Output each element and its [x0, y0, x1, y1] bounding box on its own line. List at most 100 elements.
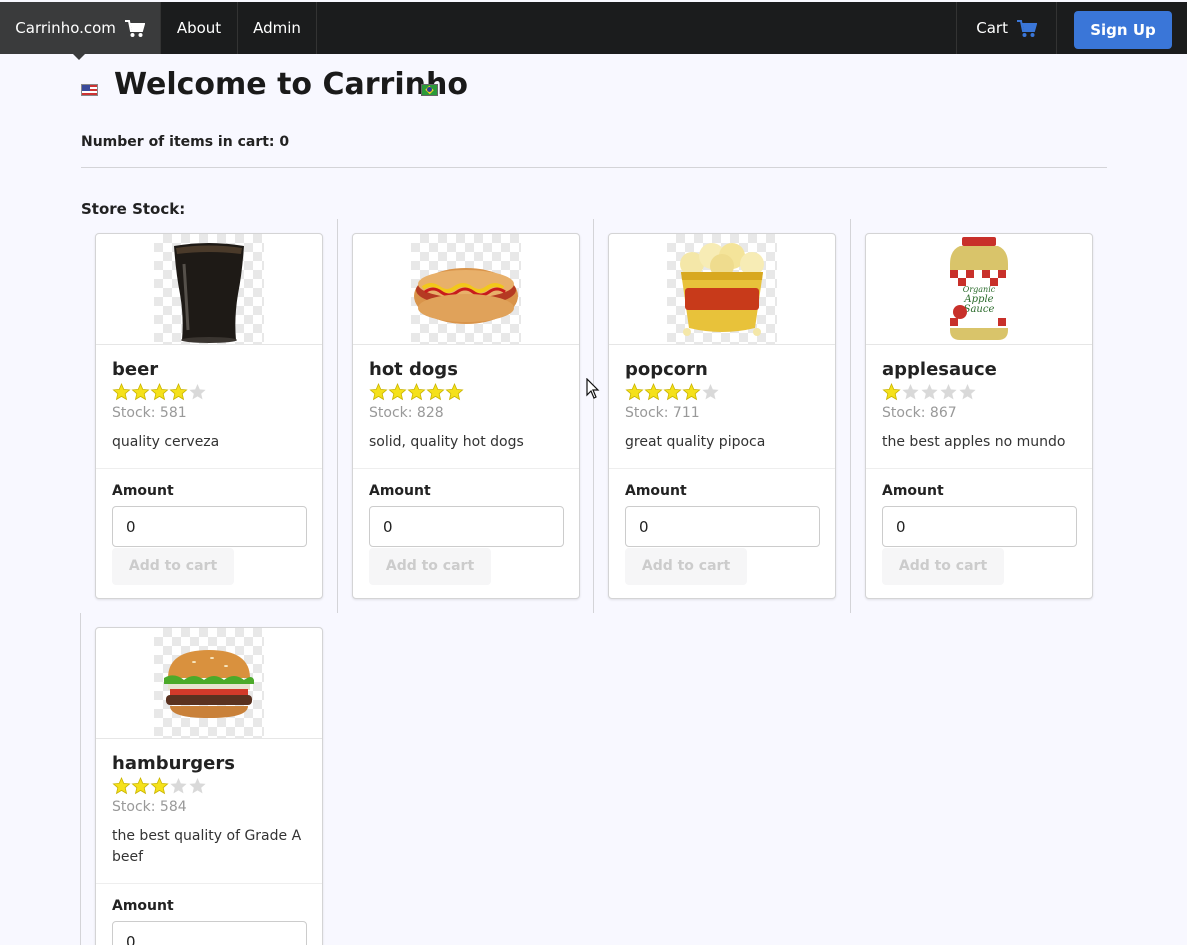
jar-label-organic: Organic — [963, 285, 996, 294]
product-stock: Stock: 828 — [369, 405, 444, 421]
amount-input[interactable] — [625, 506, 820, 547]
star-filled-icon[interactable] — [445, 383, 464, 401]
nav-brand-link[interactable]: Carrinho.com — [0, 2, 161, 60]
amount-label: Amount — [112, 898, 174, 914]
grid-divider — [593, 219, 594, 613]
amount-input[interactable] — [369, 506, 564, 547]
hot-dog-icon — [414, 268, 518, 324]
star-filled-icon[interactable] — [426, 383, 445, 401]
brazil-flag-icon[interactable] — [421, 84, 438, 96]
star-filled-icon[interactable] — [882, 383, 901, 401]
product-name: hamburgers — [112, 753, 235, 774]
card-divider — [96, 883, 322, 884]
product-image: Organic Apple Sauce — [866, 234, 1092, 345]
star-rating — [112, 383, 207, 401]
product-stock: Stock: 867 — [882, 405, 957, 421]
star-filled-icon[interactable] — [369, 383, 388, 401]
product-name: popcorn — [625, 359, 708, 380]
star-rating — [112, 777, 207, 795]
star-filled-icon[interactable] — [625, 383, 644, 401]
product-stock: Stock: 711 — [625, 405, 700, 421]
star-filled-icon[interactable] — [682, 383, 701, 401]
product-image — [96, 628, 322, 739]
beer-glass-icon — [174, 243, 244, 343]
page-title: Welcome to Carrinho — [114, 67, 468, 102]
cart-label: Cart — [976, 19, 1008, 37]
star-rating — [882, 383, 977, 401]
star-empty-icon[interactable] — [188, 777, 207, 795]
product-description: great quality pipoca — [625, 434, 766, 450]
star-filled-icon[interactable] — [407, 383, 426, 401]
star-empty-icon[interactable] — [939, 383, 958, 401]
product-description: solid, quality hot dogs — [369, 434, 524, 450]
section-divider — [81, 167, 1107, 168]
star-empty-icon[interactable] — [169, 777, 188, 795]
star-filled-icon[interactable] — [131, 777, 150, 795]
applesauce-jar-icon: Organic Apple Sauce — [950, 237, 1008, 340]
grid-divider — [80, 613, 81, 945]
brand-label: Carrinho.com — [15, 19, 116, 37]
hamburger-icon — [164, 650, 254, 718]
star-filled-icon[interactable] — [150, 383, 169, 401]
product-name: beer — [112, 359, 159, 380]
product-card-hot-dogs: hot dogs Stock: 828 solid, quality hot d… — [352, 233, 580, 599]
product-stock: Stock: 581 — [112, 405, 187, 421]
amount-label: Amount — [625, 483, 687, 499]
product-card-hamburgers: hamburgers Stock: 584 the best quality o… — [95, 627, 323, 945]
jar-label-sauce: Sauce — [964, 304, 995, 315]
product-image — [609, 234, 835, 345]
star-empty-icon[interactable] — [188, 383, 207, 401]
grid-divider — [337, 219, 338, 613]
star-filled-icon[interactable] — [131, 383, 150, 401]
top-navbar: Carrinho.com About Admin Cart Sign Up — [0, 2, 1187, 60]
star-empty-icon[interactable] — [920, 383, 939, 401]
product-description: the best quality of Grade A beef — [112, 828, 302, 865]
shopping-cart-icon — [124, 19, 145, 37]
amount-input[interactable] — [882, 506, 1077, 547]
product-description: the best apples no mundo — [882, 434, 1066, 450]
product-image — [96, 234, 322, 345]
product-name: hot dogs — [369, 359, 458, 380]
product-name: applesauce — [882, 359, 997, 380]
star-filled-icon[interactable] — [112, 777, 131, 795]
star-filled-icon[interactable] — [388, 383, 407, 401]
cart-icon — [1016, 19, 1037, 37]
add-to-cart-button[interactable]: Add to cart — [625, 548, 747, 585]
product-card-popcorn: popcorn Stock: 711 great quality pipoca … — [608, 233, 836, 599]
star-rating — [625, 383, 720, 401]
popcorn-bucket-icon — [680, 243, 764, 336]
nav-cart-link[interactable]: Cart — [956, 2, 1057, 54]
star-filled-icon[interactable] — [112, 383, 131, 401]
nav-about-link[interactable]: About — [161, 2, 238, 54]
star-empty-icon[interactable] — [901, 383, 920, 401]
product-card-applesauce: Organic Apple Sauce applesauce Stock: 86… — [865, 233, 1093, 599]
star-filled-icon[interactable] — [663, 383, 682, 401]
add-to-cart-button[interactable]: Add to cart — [369, 548, 491, 585]
add-to-cart-button[interactable]: Add to cart — [882, 548, 1004, 585]
card-divider — [866, 468, 1092, 469]
star-empty-icon[interactable] — [701, 383, 720, 401]
product-description: quality cerveza — [112, 434, 220, 450]
sign-up-button[interactable]: Sign Up — [1074, 11, 1172, 49]
amount-label: Amount — [882, 483, 944, 499]
card-divider — [609, 468, 835, 469]
product-card-beer: beer Stock: 581 quality cerveza Amount A… — [95, 233, 323, 599]
us-flag-icon[interactable] — [81, 84, 98, 96]
cart-item-count: Number of items in cart: 0 — [81, 134, 290, 150]
card-divider — [353, 468, 579, 469]
amount-input[interactable] — [112, 506, 307, 547]
amount-input[interactable] — [112, 921, 307, 945]
amount-label: Amount — [369, 483, 431, 499]
nav-admin-link[interactable]: Admin — [238, 2, 317, 54]
grid-divider — [850, 219, 851, 613]
star-filled-icon[interactable] — [644, 383, 663, 401]
store-stock-heading: Store Stock: — [81, 200, 186, 218]
product-image — [353, 234, 579, 345]
star-filled-icon[interactable] — [169, 383, 188, 401]
add-to-cart-button[interactable]: Add to cart — [112, 548, 234, 585]
star-empty-icon[interactable] — [958, 383, 977, 401]
product-stock: Stock: 584 — [112, 799, 187, 815]
amount-label: Amount — [112, 483, 174, 499]
card-divider — [96, 468, 322, 469]
star-filled-icon[interactable] — [150, 777, 169, 795]
